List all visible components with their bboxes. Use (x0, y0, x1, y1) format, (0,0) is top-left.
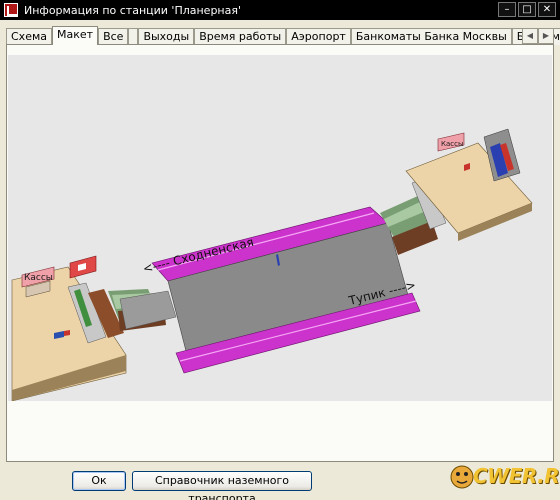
title-bar: Информация по станции 'Планерная' – □ ✕ (0, 0, 560, 20)
maximize-button[interactable]: □ (518, 2, 536, 17)
tab-scroll-left-icon[interactable]: ◀ (522, 28, 538, 44)
tab-atm-bank-moscow[interactable]: Банкоматы Банка Москвы (350, 28, 512, 45)
tab-hours[interactable]: Время работы (194, 28, 287, 45)
tab-model[interactable]: Макет (52, 26, 99, 45)
tab-scroll-arrows: ◀ ▶ (522, 28, 554, 44)
minimize-button[interactable]: – (498, 2, 516, 17)
person-marker-red (64, 330, 70, 336)
tab-strip: Схема Макет Все Выходы Время работы Аэро… (6, 26, 560, 45)
ground-transport-button[interactable]: Справочник наземного транспорта (132, 471, 312, 500)
tab-airport[interactable]: Аэропорт (286, 28, 351, 45)
tab-all[interactable]: Все (98, 28, 129, 45)
window-title: Информация по станции 'Планерная' (24, 3, 241, 17)
ok-button[interactable]: Ок (72, 471, 126, 491)
tab-blank[interactable] (128, 28, 139, 45)
app-window: Информация по станции 'Планерная' – □ ✕ … (0, 0, 560, 500)
cwer-logo: CWER.RU (447, 460, 560, 494)
model-canvas: Кассы <---- Сходненская Тупик ----> Касс… (11, 128, 533, 401)
tab-scroll-right-icon[interactable]: ▶ (538, 28, 554, 44)
station-3d-model[interactable]: Кассы <---- Сходненская Тупик ----> Касс… (8, 55, 552, 401)
window-controls: – □ ✕ (498, 2, 556, 17)
kassy-label-left: Кассы (24, 273, 53, 283)
tab-scheme[interactable]: Схема (6, 28, 52, 45)
app-icon (4, 3, 18, 17)
kassy-label-right: Кассы (441, 140, 463, 148)
logo-text: CWER.RU (473, 464, 560, 488)
tab-exits[interactable]: Выходы (138, 28, 195, 45)
close-button[interactable]: ✕ (538, 2, 556, 17)
ticket-machine-red (69, 255, 97, 279)
